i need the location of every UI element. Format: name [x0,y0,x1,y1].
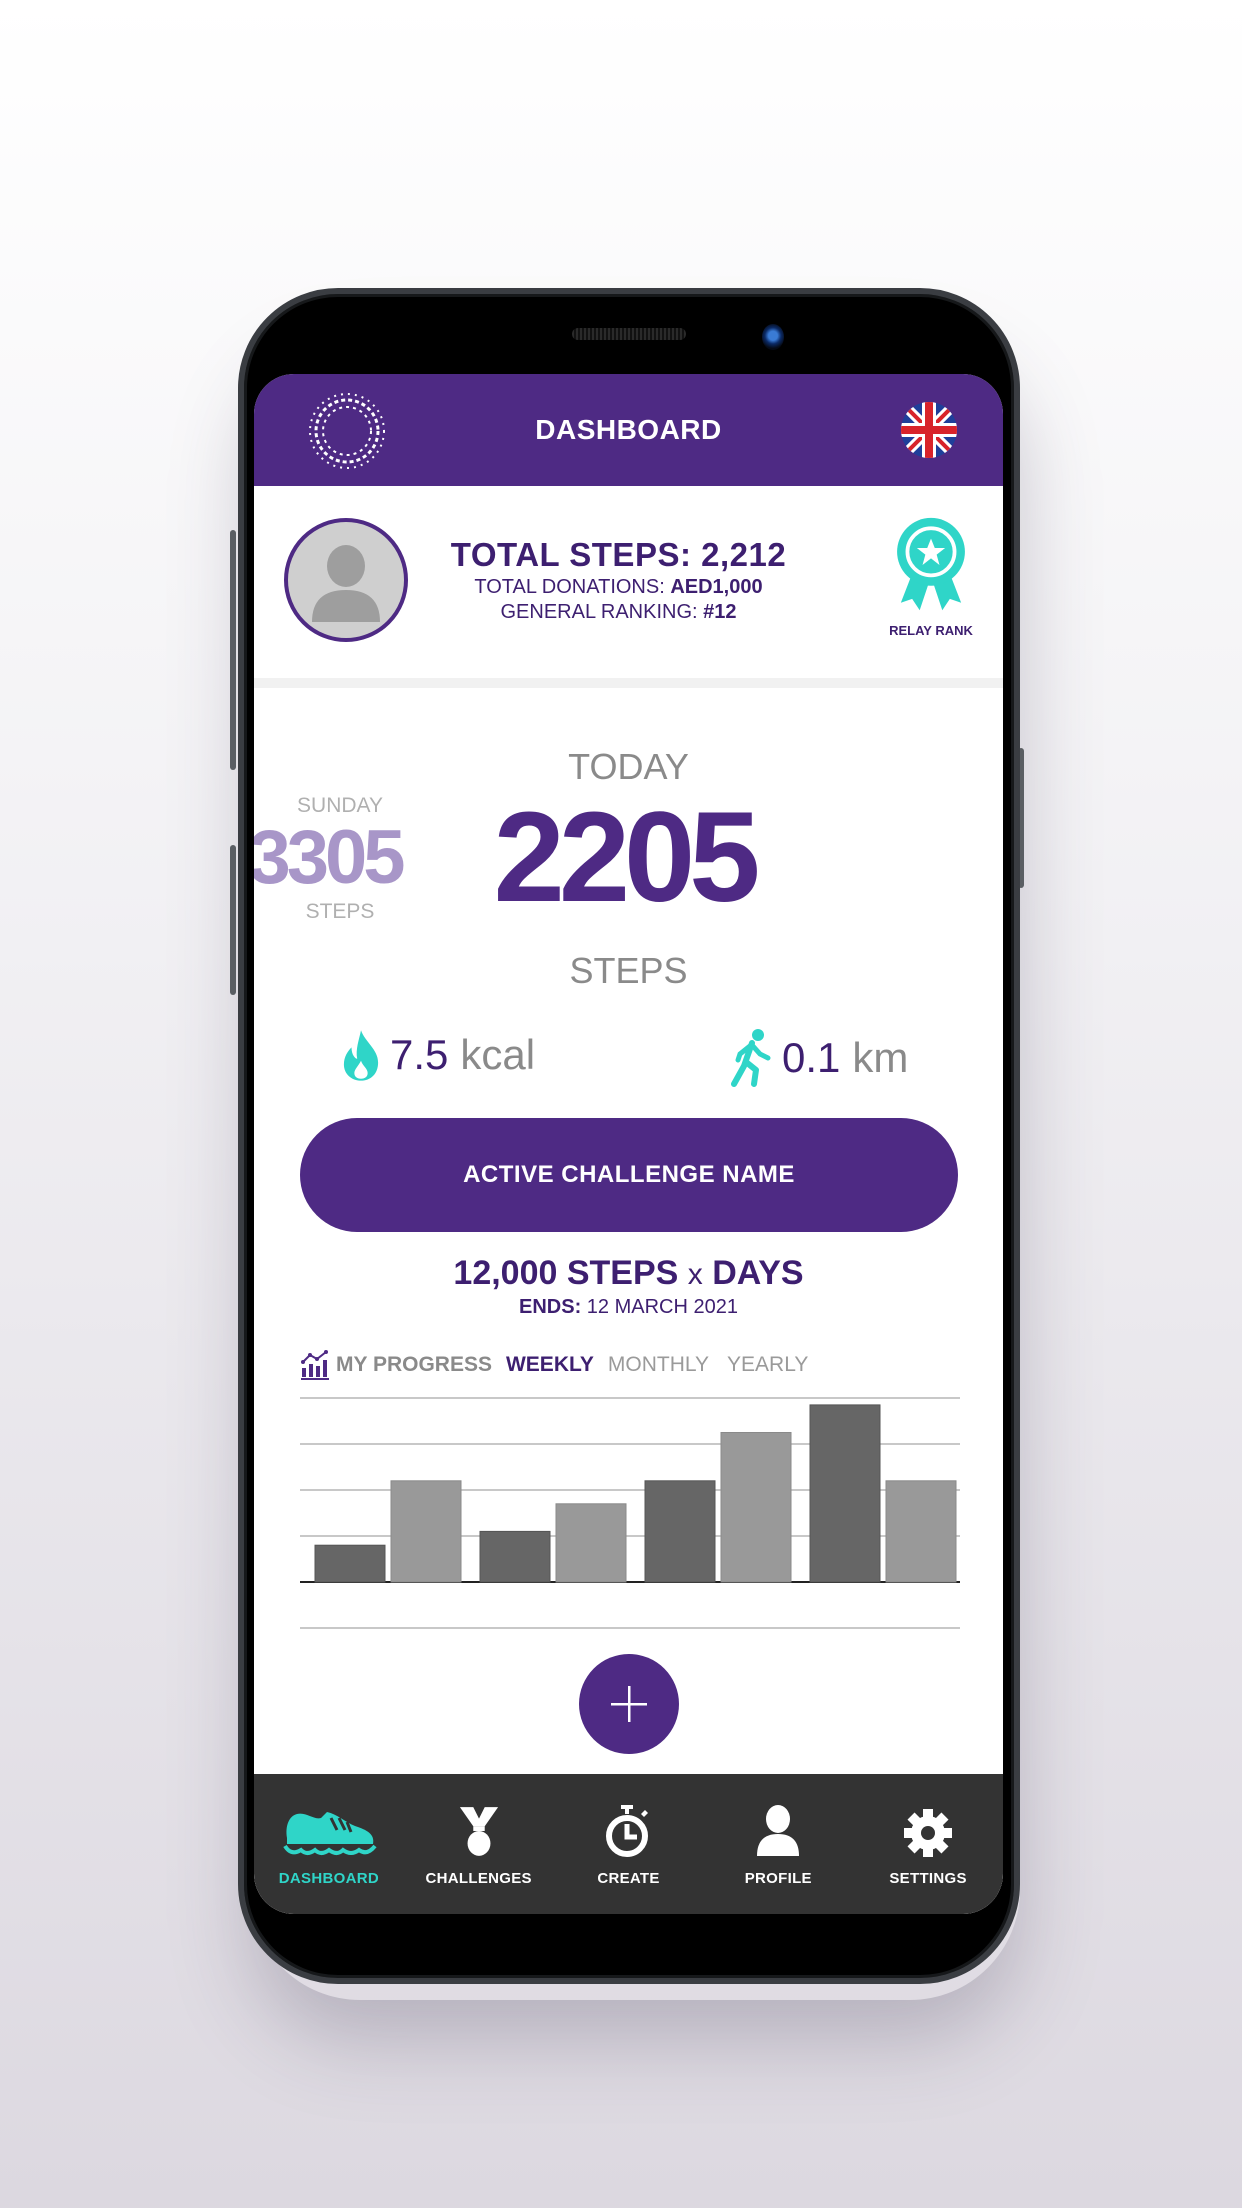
tab-monthly[interactable]: MONTHLY [608,1353,709,1377]
ribbon-wreath-logo-icon[interactable] [306,390,388,472]
progress-title: MY PROGRESS [336,1353,492,1376]
chart-bar-7 [809,1404,881,1583]
tab-yearly[interactable]: YEARLY [727,1353,808,1377]
language-flag-uk-icon[interactable] [901,402,957,458]
previous-day-steps-label: STEPS [305,900,375,923]
chart-bar-5 [644,1480,716,1583]
relay-rank-label: RELAY RANK [889,623,973,638]
calories-value: 7.5 [390,1031,449,1078]
chart-bar-3 [479,1530,551,1583]
ranking-label: GENERAL RANKING: [500,601,698,623]
today-steps-label: STEPS [569,950,688,991]
page-title: DASHBOARD [535,414,722,445]
previous-day-count: 3305 [254,815,406,900]
chart-bar-8 [885,1480,957,1583]
donations-label: TOTAL DONATIONS: [474,576,665,598]
challenge-goal: 12,000 STEPS x DAYS [254,1254,1003,1293]
challenge-goal-multiplier: x [687,1258,703,1291]
chart-bar-2 [390,1480,462,1583]
tab-weekly[interactable]: WEEKLY [506,1353,594,1377]
bixby-button [230,845,236,995]
nav-item-settings[interactable]: SETTINGS [853,1774,1003,1914]
progress-chart-icon [301,1350,329,1380]
profile-stats: TOTAL STEPS: 2,212 TOTAL DONATIONS: AED1… [404,536,833,624]
distance-metric: 0.1 km [728,1028,908,1088]
challenge-goal-days: DAYS [712,1254,804,1292]
active-challenge-button[interactable]: ACTIVE CHALLENGE NAME [300,1118,958,1232]
nav-item-challenges[interactable]: CHALLENGES [404,1774,554,1914]
calories-metric: 7.5 kcal [342,1028,535,1082]
nav-label-challenges: CHALLENGES [425,1870,532,1887]
shoe-icon [283,1812,377,1855]
nav-label-dashboard: DASHBOARD [278,1870,379,1887]
total-steps: TOTAL STEPS: 2,212 [404,536,833,574]
nav-label-create: CREATE [597,1870,660,1887]
chart-bar-1 [314,1544,386,1583]
front-camera [762,324,784,350]
ends-label: ENDS: [519,1296,582,1318]
chart-bar-6 [720,1432,792,1583]
today-label: TODAY [568,746,689,787]
plus-icon [611,1686,647,1722]
walking-person-icon [731,1029,771,1087]
app-header: DASHBOARD [254,374,1003,486]
chart-bar-4 [555,1503,627,1583]
nav-label-settings: SETTINGS [889,1870,967,1887]
add-button[interactable] [579,1654,679,1754]
flame-icon [343,1030,379,1081]
donations-value: AED1,000 [670,576,763,598]
distance-unit: km [852,1034,909,1081]
total-steps-value: 2,212 [701,536,787,573]
nav-item-profile[interactable]: PROFILE [703,1774,853,1914]
medal-icon [459,1807,498,1856]
app-screen: DASHBOARD TOTAL STEPS: 2,212 TOTAL DONAT… [254,374,1003,1914]
nav-item-create[interactable]: CREATE [554,1774,704,1914]
section-divider [254,678,1003,688]
gear-icon [904,1809,953,1857]
total-steps-label: TOTAL STEPS: [450,536,692,573]
ends-date: 12 MARCH 2021 [586,1296,738,1318]
nav-label-profile: PROFILE [744,1870,812,1887]
volume-button [230,530,236,770]
nav-item-dashboard[interactable]: DASHBOARD [254,1774,404,1914]
earpiece-speaker [572,328,686,340]
challenge-end-date: ENDS: 12 MARCH 2021 [254,1296,1003,1319]
bottom-navigation: DASHBOARD CHALLENGES CREATE PROFILE SETT… [254,1774,1003,1914]
stopwatch-icon [606,1805,649,1857]
ranking-value: #12 [703,601,737,623]
award-ribbon-icon [897,517,965,611]
today-step-count: 2205 [493,786,761,929]
total-donations: TOTAL DONATIONS: AED1,000 [404,576,833,599]
person-icon [757,1805,800,1856]
distance-value: 0.1 [782,1034,841,1081]
weekly-progress-chart [300,1397,960,1629]
relay-rank-button[interactable]: RELAY RANK [881,516,981,638]
previous-day-steps[interactable]: SUNDAY 3305 STEPS [254,794,410,924]
avatar[interactable] [284,518,408,642]
progress-header: MY PROGRESS WEEKLY MONTHLY YEARLY [300,1350,808,1380]
profile-summary-card: TOTAL STEPS: 2,212 TOTAL DONATIONS: AED1… [254,486,1003,676]
user-placeholder-icon [312,545,380,622]
general-ranking: GENERAL RANKING: #12 [404,601,833,624]
challenge-goal-steps: 12,000 STEPS [453,1254,679,1292]
calories-unit: kcal [460,1031,536,1078]
